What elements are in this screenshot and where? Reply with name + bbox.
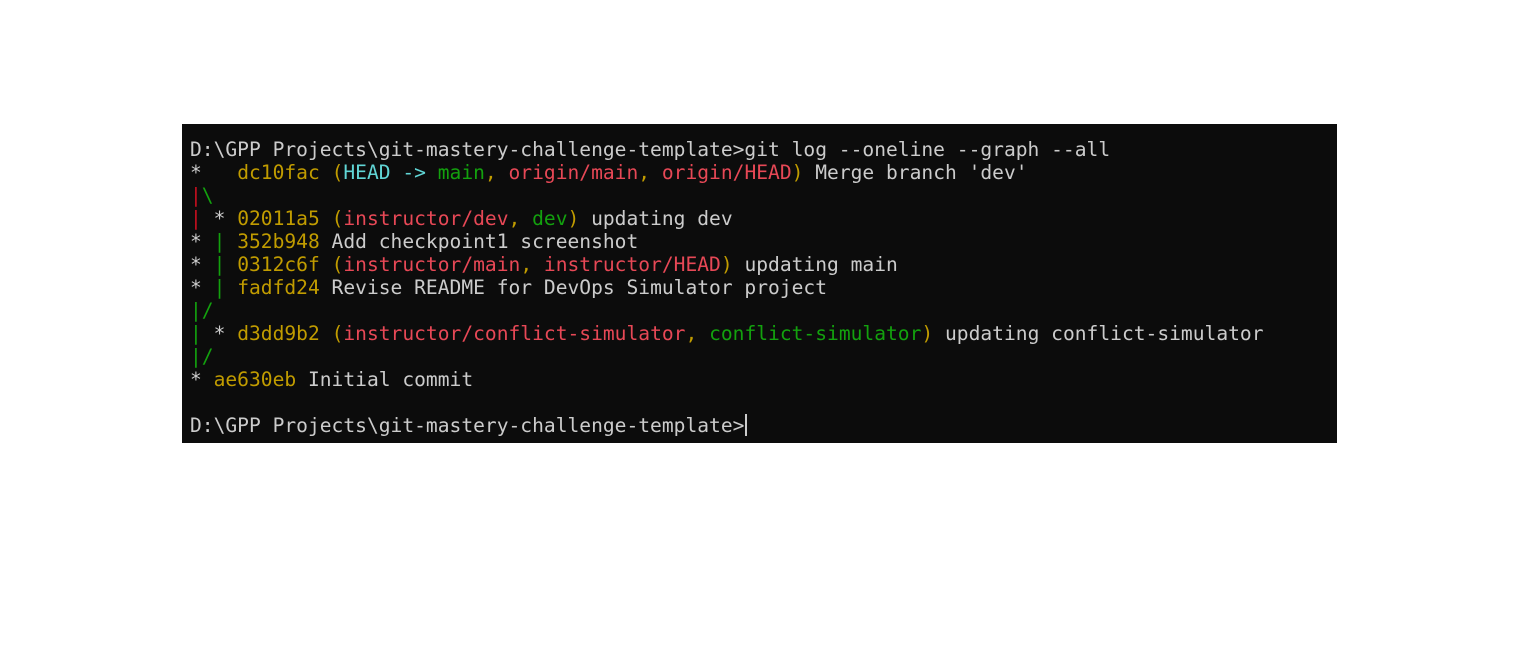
text-segment-hash: ) — [791, 161, 804, 184]
text-segment-graph-green: |/ — [190, 345, 214, 368]
text-segment-local-branch: conflict-simulator — [709, 322, 922, 345]
text-segment-default: D:\GPP Projects\git-mastery-challenge-te… — [190, 414, 745, 437]
text-segment-default: * — [190, 161, 238, 184]
text-segment-hash: ae630eb — [213, 368, 297, 391]
text-segment-graph-red: | — [190, 207, 202, 230]
text-segment-default: * — [201, 322, 238, 345]
text-segment-default — [225, 276, 237, 299]
text-segment-default: Revise README for DevOps Simulator proje… — [319, 276, 828, 299]
log-line: * | 0312c6f (instructor/main, instructor… — [190, 253, 1337, 276]
text-cursor — [745, 414, 748, 436]
text-segment-head: HEAD -> — [343, 161, 438, 184]
text-segment-default: Merge branch 'dev' — [803, 161, 1028, 184]
text-segment-hash: dc10fac — [237, 161, 332, 184]
text-segment-default: * — [190, 276, 214, 299]
text-segment-hash: , — [685, 322, 710, 345]
text-segment-remote-branch: instructor/dev — [343, 207, 509, 230]
log-line: * ae630eb Initial commit — [190, 368, 1337, 391]
text-segment-hash: ) — [567, 207, 580, 230]
log-line: |\ — [190, 184, 1337, 207]
text-segment-remote-branch: instructor/HEAD — [543, 253, 721, 276]
text-segment-default: * — [190, 368, 214, 391]
text-segment-graph-green: |/ — [190, 299, 214, 322]
text-segment-hash: fadfd24 — [237, 276, 320, 299]
text-segment-default: Initial commit — [296, 368, 474, 391]
prompt-line: D:\GPP Projects\git-mastery-challenge-te… — [190, 414, 1337, 437]
text-segment-remote-branch: origin/main — [508, 161, 639, 184]
text-segment-graph-green: \ — [201, 184, 214, 207]
text-segment-hash: , — [520, 253, 544, 276]
text-segment-remote-branch: instructor/conflict-simulator — [343, 322, 686, 345]
terminal-window[interactable]: D:\GPP Projects\git-mastery-challenge-te… — [182, 124, 1337, 443]
log-line: * | fadfd24 Revise README for DevOps Sim… — [190, 276, 1337, 299]
command-line: D:\GPP Projects\git-mastery-challenge-te… — [190, 138, 1337, 161]
text-segment-default — [225, 230, 237, 253]
text-segment-hash: 0312c6f — [237, 253, 332, 276]
log-line: |/ — [190, 345, 1337, 368]
text-segment-hash: , — [484, 161, 509, 184]
text-segment-default: * — [201, 207, 238, 230]
text-segment-hash: 352b948 — [237, 230, 320, 253]
text-segment-default: D:\GPP Projects\git-mastery-challenge-te… — [190, 138, 1111, 161]
log-line: | * 02011a5 (instructor/dev, dev) updati… — [190, 207, 1337, 230]
text-segment-default: Add checkpoint1 screenshot — [319, 230, 639, 253]
text-segment-default: * — [190, 253, 214, 276]
text-segment-hash: ( — [331, 207, 344, 230]
text-segment-hash: , — [508, 207, 533, 230]
text-segment-graph-green: | — [213, 253, 226, 276]
text-segment-hash: ( — [331, 253, 344, 276]
text-segment-hash: ) — [720, 253, 733, 276]
text-segment-remote-branch: instructor/main — [343, 253, 521, 276]
text-segment-hash: d3dd9b2 — [237, 322, 332, 345]
text-segment-hash: 02011a5 — [237, 207, 332, 230]
text-segment-default: updating dev — [579, 207, 733, 230]
text-segment-default — [225, 253, 237, 276]
log-line: | * d3dd9b2 (instructor/conflict-simulat… — [190, 322, 1337, 345]
text-segment-graph-green: | — [213, 276, 226, 299]
text-segment-local-branch: dev — [532, 207, 568, 230]
text-segment-hash: , — [638, 161, 662, 184]
text-segment-default: updating conflict-simulator — [933, 322, 1264, 345]
text-segment-hash: ) — [921, 322, 934, 345]
text-segment-graph-green: | — [213, 230, 226, 253]
text-segment-local-branch: main — [437, 161, 485, 184]
log-line: * | 352b948 Add checkpoint1 screenshot — [190, 230, 1337, 253]
text-segment-graph-green: | — [190, 322, 202, 345]
text-segment-default: updating main — [732, 253, 898, 276]
text-segment-graph-red: | — [190, 184, 202, 207]
text-segment-hash: ( — [331, 161, 344, 184]
log-line: * dc10fac (HEAD -> main, origin/main, or… — [190, 161, 1337, 184]
text-segment-default: * — [190, 230, 214, 253]
log-line: |/ — [190, 299, 1337, 322]
text-segment-hash: ( — [331, 322, 344, 345]
terminal-output: D:\GPP Projects\git-mastery-challenge-te… — [190, 138, 1337, 437]
text-segment-remote-branch: origin/HEAD — [661, 161, 792, 184]
